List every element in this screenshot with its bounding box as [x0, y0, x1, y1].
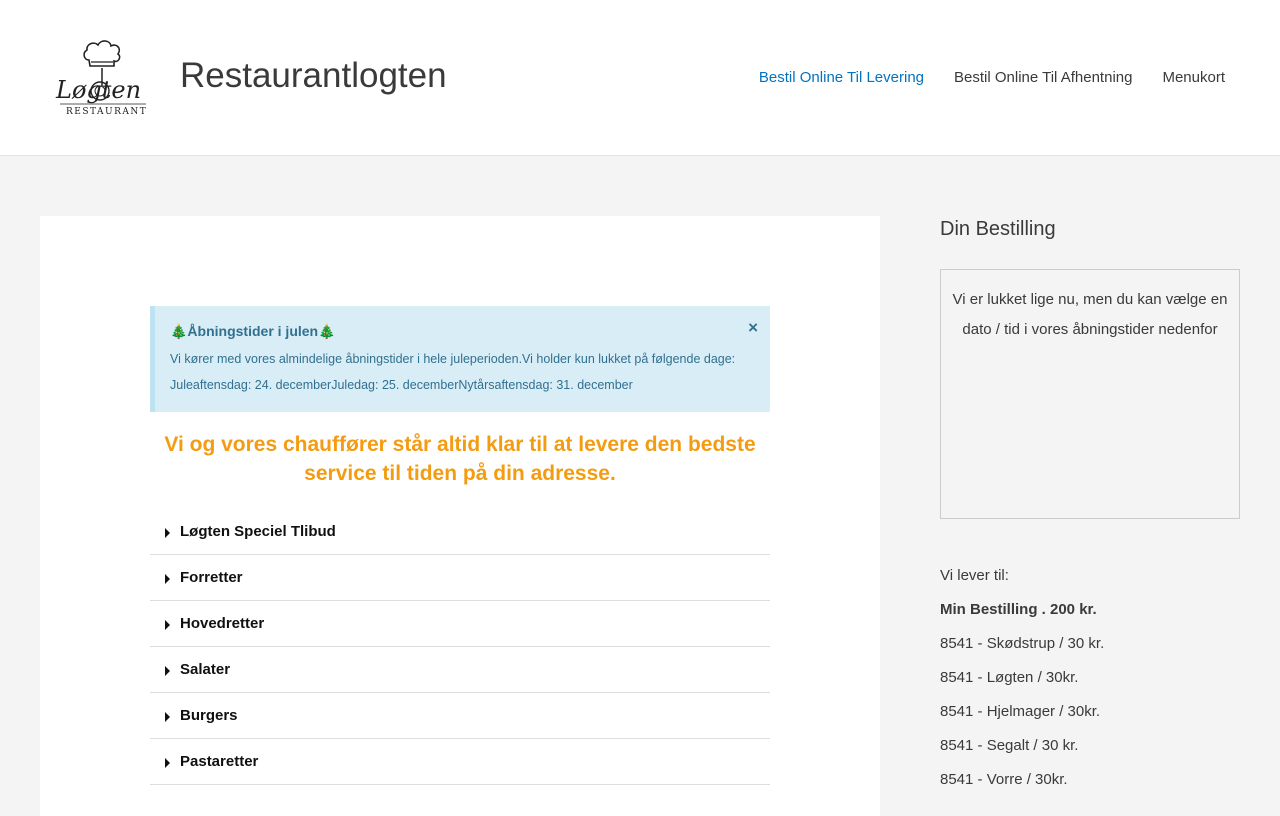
category-burgers[interactable]: Burgers: [150, 693, 770, 739]
category-pasta[interactable]: Pastaretter: [150, 739, 770, 785]
category-label: Pastaretter: [180, 753, 259, 770]
main-content: 🎄Åbningstider i julen🎄 × Vi kører med vo…: [40, 216, 880, 816]
promo-text: Vi og vores chauffører står altid klar t…: [164, 433, 756, 485]
close-icon[interactable]: ×: [748, 319, 758, 336]
nav-order-pickup[interactable]: Bestil Online Til Afhentning: [954, 69, 1132, 86]
caret-right-icon: [165, 758, 170, 768]
site-title[interactable]: Restaurantlogten: [180, 56, 447, 96]
caret-right-icon: [165, 528, 170, 538]
caret-right-icon: [165, 712, 170, 722]
notice-body: Vi kører med vores almindelige åbningsti…: [170, 352, 736, 392]
category-label: Salater: [180, 661, 231, 678]
order-closed-message: Vi er lukket lige nu, men du kan vælge e…: [952, 291, 1228, 338]
site-header: Løgten RESTAURANT Restaurantlogten Besti…: [0, 0, 1280, 156]
delivery-heading: Vi lever til:: [940, 567, 1009, 584]
logo-text-main: Løgten: [55, 76, 141, 104]
holiday-notice: 🎄Åbningstider i julen🎄 × Vi kører med vo…: [150, 306, 770, 412]
caret-right-icon: [165, 620, 170, 630]
delivery-area: 8541 - Vorre / 30kr.: [940, 771, 1068, 788]
category-label: Burgers: [180, 707, 238, 724]
category-starters[interactable]: Forretter: [150, 555, 770, 601]
category-salads[interactable]: Salater: [150, 647, 770, 693]
delivery-area: 8541 - Segalt / 30 kr.: [940, 737, 1079, 754]
category-label: Forretter: [180, 569, 243, 586]
delivery-area: 8541 - Skødstrup / 30 kr.: [940, 635, 1105, 652]
delivery-info: Vi lever til: Min Bestilling . 200 kr. 8…: [940, 565, 1240, 803]
category-label: Hovedretter: [180, 615, 265, 632]
nav-menu[interactable]: Menukort: [1162, 69, 1225, 86]
category-label: Løgten Speciel Tlibud: [180, 523, 336, 540]
notice-title: 🎄Åbningstider i julen🎄: [170, 323, 336, 339]
category-main-courses[interactable]: Hovedretter: [150, 601, 770, 647]
category-special-offer[interactable]: Løgten Speciel Tlibud: [150, 509, 770, 555]
order-title: Din Bestilling: [940, 218, 1056, 240]
main-nav: Bestil Online Til Levering Bestil Online…: [759, 69, 1225, 86]
order-box: Vi er lukket lige nu, men du kan vælge e…: [940, 269, 1240, 519]
caret-right-icon: [165, 574, 170, 584]
restaurant-logo[interactable]: Løgten RESTAURANT: [54, 38, 150, 118]
delivery-area: 8541 - Løgten / 30kr.: [940, 669, 1079, 686]
nav-order-delivery[interactable]: Bestil Online Til Levering: [759, 69, 924, 86]
chef-hat-logo-icon: Løgten RESTAURANT: [55, 40, 147, 117]
menu-category-accordion: Løgten Speciel Tlibud Forretter Hovedret…: [150, 509, 770, 785]
min-order: Min Bestilling . 200 kr.: [940, 601, 1097, 618]
delivery-area: 8541 - Hjelmager / 30kr.: [940, 703, 1101, 720]
logo-text-sub: RESTAURANT: [66, 107, 147, 117]
caret-right-icon: [165, 666, 170, 676]
